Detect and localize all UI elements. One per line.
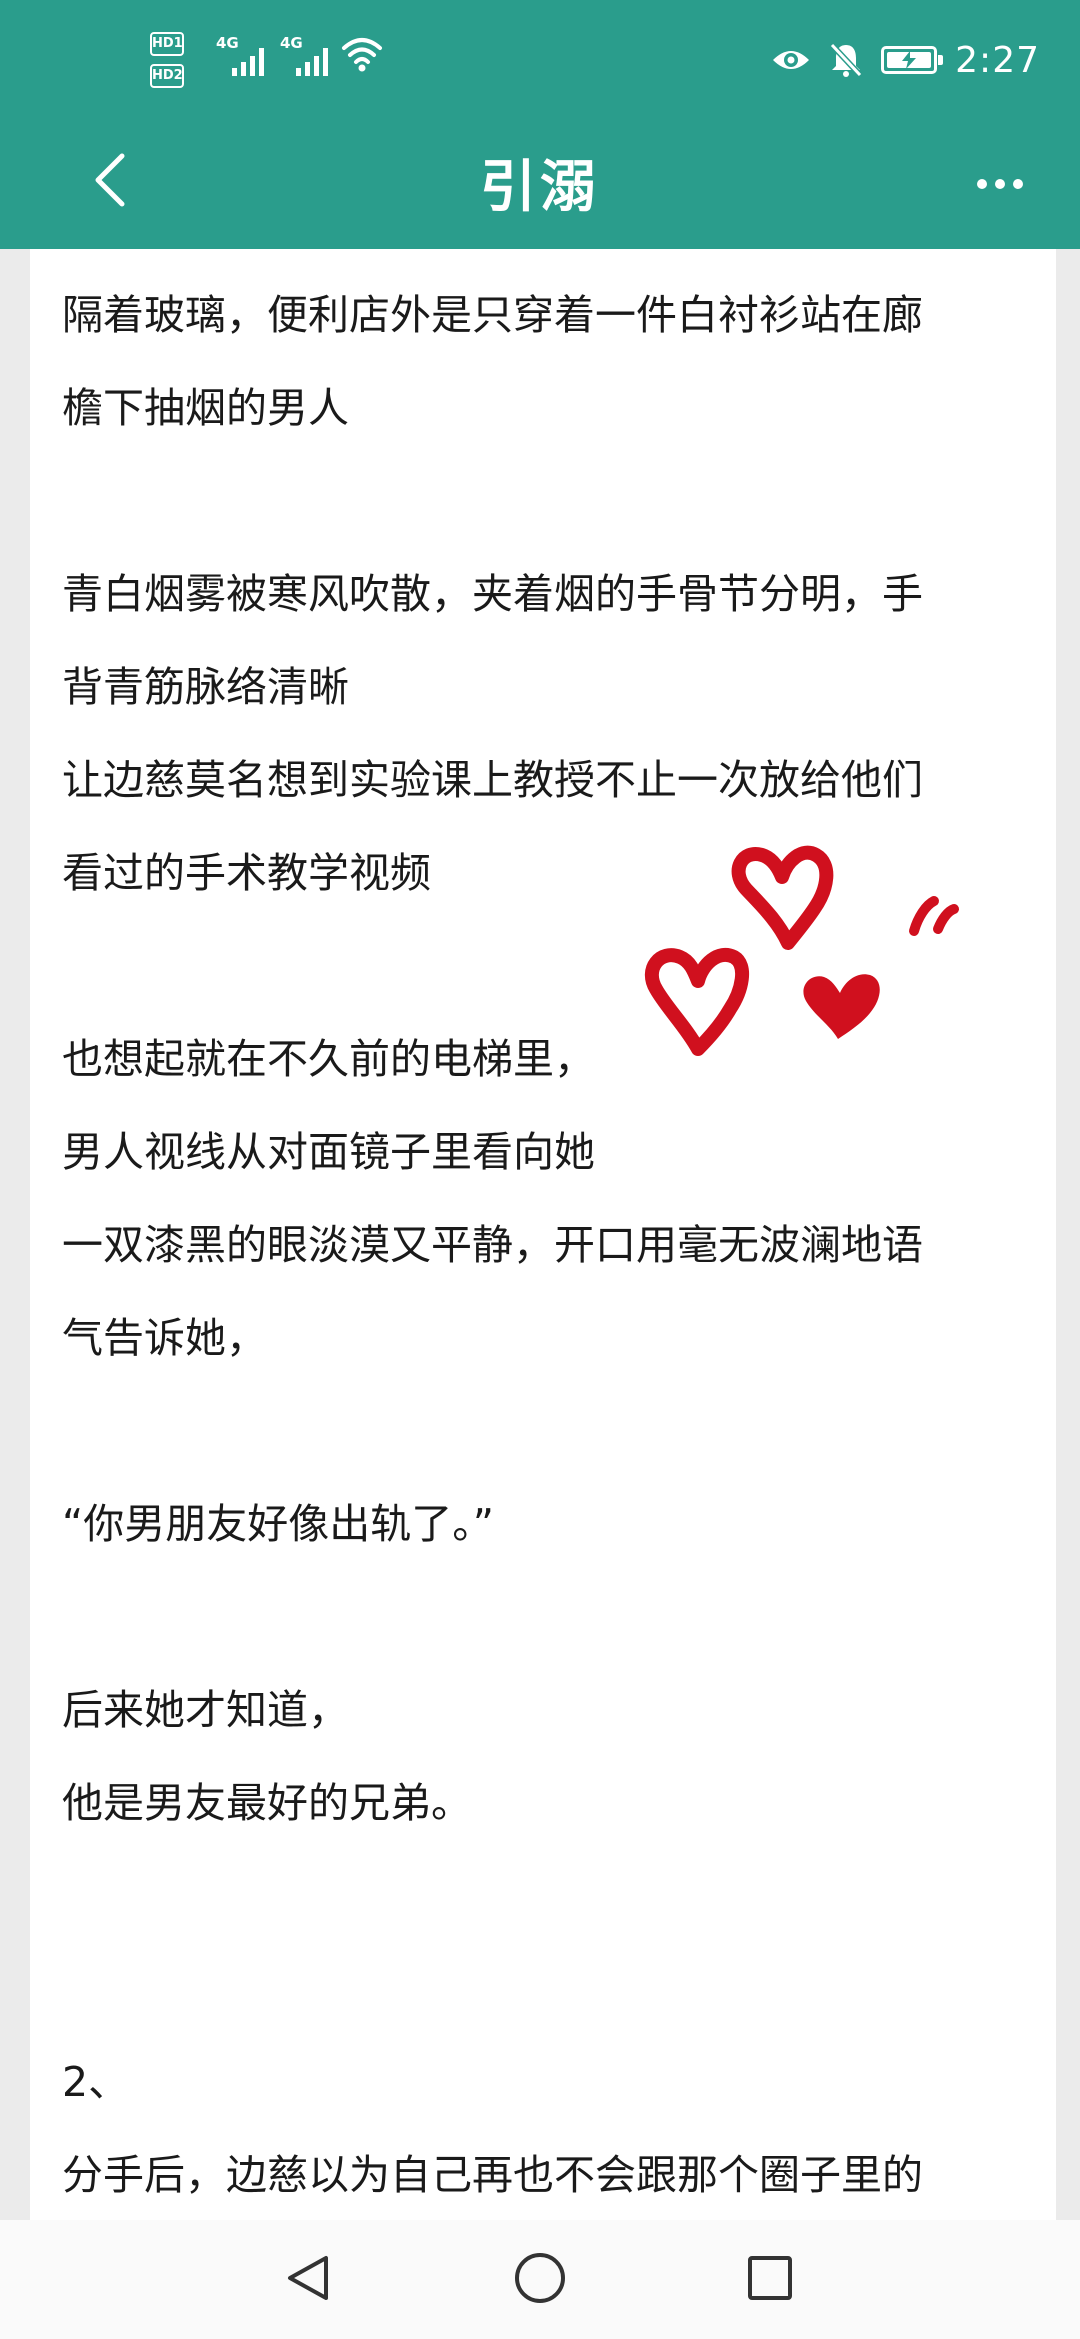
more-dots-icon: [977, 179, 987, 189]
hd-badges: HD1 HD2: [150, 32, 186, 96]
article-line: 隔着玻璃，便利店外是只穿着一件白衬衫站在廊: [62, 291, 923, 339]
article-content[interactable]: 隔着玻璃，便利店外是只穿着一件白衬衫站在廊 檐下抽烟的男人青白烟雾被寒风吹散，夹着…: [30, 249, 1056, 2220]
article-line: 背青筋脉络清晰: [62, 663, 349, 711]
article-line: 他是男友最好的兄弟。: [62, 1779, 472, 1827]
app-header: HD1 HD2 4G 4G 2:27 引溺: [0, 0, 1080, 249]
article-line: 气告诉她，: [62, 1314, 267, 1362]
circle-home-icon: [515, 2253, 565, 2303]
article-line: 分手后，边慈以为自己再也不会跟那个圈子里的: [62, 2151, 923, 2199]
article-line: “你男朋友好像出轨了。”: [62, 1500, 494, 1548]
status-bar: HD1 HD2 4G 4G 2:27: [0, 0, 1080, 120]
article-line: 也想起就在不久前的电梯里，: [62, 1035, 595, 1083]
hd1-badge: HD1: [150, 32, 184, 56]
article-line: 青白烟雾被寒风吹散，夹着烟的手骨节分明，手: [62, 570, 923, 618]
battery-charging-icon: [881, 46, 944, 74]
article-text: 隔着玻璃，便利店外是只穿着一件白衬衫站在廊 檐下抽烟的男人青白烟雾被寒风吹散，夹着…: [62, 269, 1042, 2220]
article-line: 一双漆黑的眼淡漠又平静，开口用毫无波澜地语: [62, 1221, 923, 1269]
system-home-button[interactable]: [510, 2248, 570, 2308]
page-title: 引溺: [480, 155, 600, 220]
article-line: 后来她才知道，: [62, 1686, 349, 1734]
wifi-icon: [342, 38, 382, 72]
square-recents-icon: [748, 2256, 792, 2300]
mute-bell-icon: [829, 42, 863, 78]
nav-bar: 引溺: [0, 120, 1080, 249]
article-line: 看过的手术教学视频: [62, 849, 431, 897]
article-line: 2、: [62, 2058, 130, 2106]
article-line: 檐下抽烟的男人: [62, 384, 349, 432]
status-right: 2:27: [771, 36, 1040, 84]
system-navigation-bar: [0, 2220, 1080, 2339]
system-recents-button[interactable]: [740, 2248, 800, 2308]
system-back-button[interactable]: [278, 2248, 338, 2308]
hd2-badge: HD2: [150, 64, 184, 88]
status-clock: 2:27: [955, 39, 1040, 81]
eye-comfort-icon: [773, 51, 810, 69]
triangle-back-icon: [288, 2256, 328, 2300]
more-options-button[interactable]: [970, 164, 1030, 204]
article-line: 男人视线从对面镜子里看向她: [62, 1128, 595, 1176]
article-line: 让边慈莫名想到实验课上教授不止一次放给他们: [62, 756, 923, 804]
